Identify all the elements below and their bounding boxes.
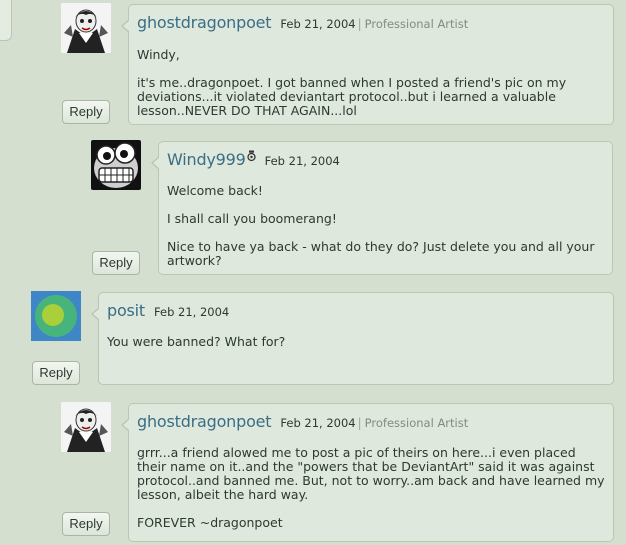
reply-button[interactable]: Reply: [92, 251, 140, 275]
comment-paragraph: FOREVER ~dragonpoet: [137, 515, 283, 530]
avatar[interactable]: [61, 402, 111, 452]
left-panel-edge: [0, 0, 12, 41]
comment-body: You were banned? What for?: [107, 335, 605, 349]
avatar[interactable]: [91, 140, 141, 190]
comment-bubble: posit Feb 21, 2004 You were banned? What …: [91, 292, 614, 385]
username-link[interactable]: posit: [107, 301, 145, 320]
reply-button[interactable]: Reply: [62, 512, 110, 536]
grimacing-face-icon: [91, 140, 141, 190]
comment-paragraph: Nice to have ya back - what do they do? …: [167, 239, 595, 268]
comment-paragraph: Welcome back!: [167, 183, 263, 198]
comment-date[interactable]: Feb 21, 2004: [154, 305, 229, 319]
comment-date[interactable]: Feb 21, 2004: [280, 17, 355, 31]
comment-bubble: Windy999 Feb 21, 2004 Welcome back! I sha…: [151, 141, 613, 275]
username-link[interactable]: ghostdragonpoet: [137, 13, 272, 32]
vampire-avatar-icon: [61, 3, 111, 53]
reply-button[interactable]: Reply: [32, 361, 80, 385]
user-role: Professional Artist: [364, 17, 469, 31]
comment-bubble: ghostdragonpoet Feb 21, 2004 | Professional…: [121, 4, 614, 125]
separator: |: [357, 416, 362, 430]
username-link[interactable]: Windy999: [167, 150, 246, 169]
comment-header: Windy999 Feb 21, 2004: [167, 150, 340, 169]
comment-date[interactable]: Feb 21, 2004: [265, 154, 340, 168]
vampire-avatar-icon: [61, 402, 111, 452]
comment-paragraph: it's me..dragonpoet. I got banned when I…: [137, 75, 567, 118]
comment-bubble: ghostdragonpoet Feb 21, 2004 | Professional…: [121, 403, 614, 542]
user-role: Professional Artist: [364, 416, 469, 430]
green-circle-avatar-icon: [31, 291, 81, 341]
comment-paragraph: I shall call you boomerang!: [167, 211, 337, 226]
reply-button[interactable]: Reply: [62, 100, 110, 124]
comment-body: Windy, it's me..dragonpoet. I got banned…: [137, 48, 605, 118]
comment-paragraph: You were banned? What for?: [107, 334, 286, 349]
avatar[interactable]: [31, 291, 81, 341]
comment-header: ghostdragonpoet Feb 21, 2004 | Professional…: [137, 13, 468, 32]
separator: |: [357, 17, 362, 31]
deviant-badge-icon: [246, 150, 256, 162]
avatar[interactable]: [61, 3, 111, 53]
comment-paragraph: grrr...a friend alowed me to post a pic …: [137, 445, 605, 502]
comment-paragraph: Windy,: [137, 47, 180, 62]
comment-header: posit Feb 21, 2004: [107, 301, 229, 320]
comment-body: grrr...a friend alowed me to post a pic …: [137, 446, 605, 530]
comment-header: ghostdragonpoet Feb 21, 2004 | Professional…: [137, 412, 468, 431]
username-link[interactable]: ghostdragonpoet: [137, 412, 272, 431]
comment-date[interactable]: Feb 21, 2004: [280, 416, 355, 430]
comment-body: Welcome back! I shall call you boomerang…: [167, 184, 604, 268]
